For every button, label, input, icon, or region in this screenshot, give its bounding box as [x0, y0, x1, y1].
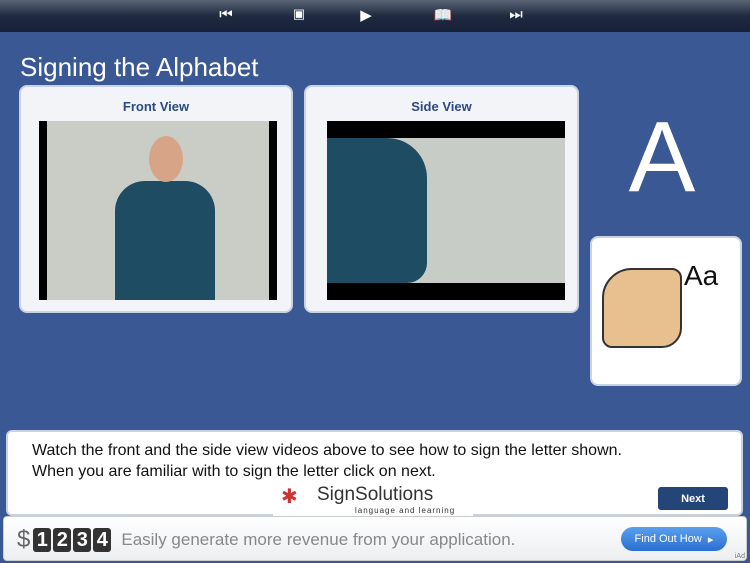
side-view-video[interactable] [327, 121, 565, 300]
side-view-label: Side View [411, 99, 472, 114]
sign-card: Aa [590, 236, 742, 386]
front-view-label: Front View [122, 99, 190, 114]
toolbar: ⏮ ▣ ▶ 📖 ⏭ [0, 0, 750, 32]
book-icon[interactable]: 📖 [431, 6, 455, 24]
current-letter: A [628, 101, 696, 213]
instruction-box: Watch the front and the side view videos… [6, 430, 743, 518]
iad-badge: iAd [734, 553, 745, 560]
ad-text: Easily generate more revenue from your a… [121, 530, 516, 549]
instruction-line-2: When you are familiar with to sign the l… [32, 463, 436, 480]
next-button[interactable]: Next [658, 487, 728, 510]
chevron-right-icon: ▸ [707, 533, 714, 546]
front-view-panel: Front View [19, 85, 293, 313]
play-icon[interactable]: ▶ [354, 6, 378, 24]
skip-forward-icon[interactable]: ⏭ [504, 6, 528, 23]
ad-banner[interactable]: $ 1 2 3 4 Easily generate more revenue f… [3, 516, 747, 561]
card-letters: Aa [684, 260, 719, 291]
people-logo-icon: ✱ [281, 486, 298, 508]
side-view-panel: Side View [304, 85, 579, 313]
instruction-line-1: Watch the front and the side view videos… [32, 442, 622, 459]
hand-sign-icon [602, 268, 682, 348]
media-icon[interactable]: ▣ [287, 6, 311, 22]
skip-back-icon[interactable]: ⏮ [214, 6, 238, 23]
signsolutions-logo: ✱ SignSolutions language and learning [273, 482, 473, 518]
find-out-how-button[interactable]: Find Out How ▸ [621, 527, 727, 551]
page-title: Signing the Alphabet [20, 52, 259, 82]
front-view-video[interactable] [39, 121, 277, 300]
